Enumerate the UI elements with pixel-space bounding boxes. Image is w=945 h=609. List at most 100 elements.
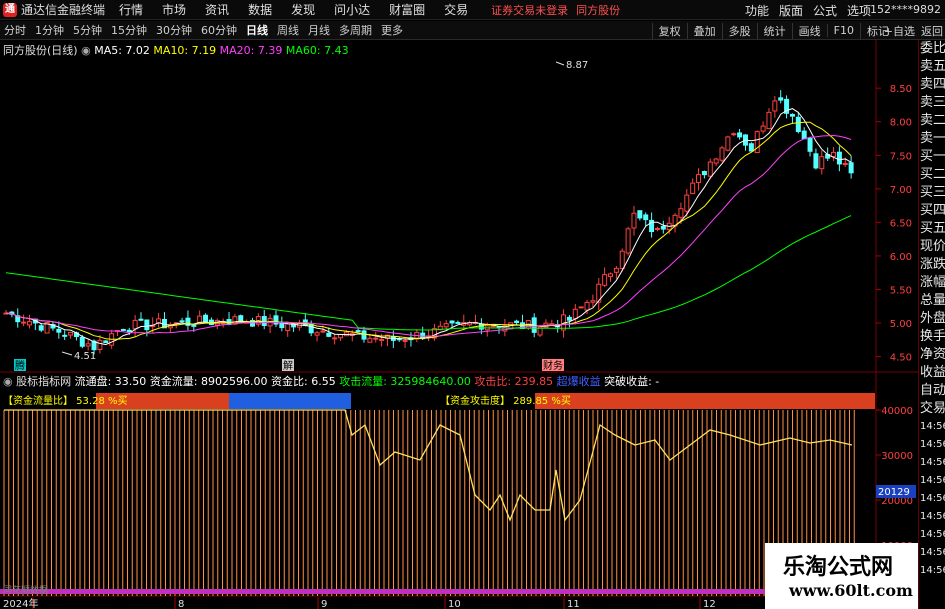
price-label: 5.50: [890, 285, 912, 296]
candle-body: [26, 321, 32, 326]
candle-body: [713, 158, 719, 164]
menu-item-ask[interactable]: 问小达: [334, 1, 370, 18]
candle-body: [613, 267, 619, 273]
candle-body: [373, 337, 379, 340]
candle-body: [725, 136, 731, 151]
period-tab-10[interactable]: 更多: [381, 22, 403, 38]
right-menu: 功能 版面 公式 选项: [735, 0, 871, 20]
candle-body: [179, 320, 185, 323]
candle-body: [731, 133, 737, 136]
menu-item-trade[interactable]: 交易: [444, 1, 468, 18]
tool-right-1[interactable]: 返回: [921, 23, 943, 39]
quote-row-21: 14:56: [920, 421, 945, 432]
quote-row-15: 外盘: [920, 311, 945, 326]
band-blue: [229, 393, 351, 409]
period-tab-0[interactable]: 分时: [4, 22, 26, 38]
menu-item-news[interactable]: 资讯: [205, 1, 229, 18]
quote-row-17: 净资: [920, 347, 945, 362]
price-label: 6.00: [890, 252, 912, 263]
period-tab-4[interactable]: 30分钟: [156, 22, 192, 38]
candle-body: [590, 300, 596, 303]
menu-formula[interactable]: 公式: [813, 2, 837, 19]
period-tab-7[interactable]: 周线: [277, 22, 299, 38]
menu-item-markets[interactable]: 市场: [162, 1, 186, 18]
candle-body: [62, 334, 68, 337]
indicator-toggle-icon[interactable]: ◉: [3, 375, 13, 388]
quote-row-14: 总量: [920, 293, 945, 308]
date-label: 8: [178, 599, 184, 609]
candle-body: [355, 330, 361, 333]
ind-axis-label: 40000: [881, 406, 913, 417]
period-tab-9[interactable]: 多周期: [339, 22, 372, 38]
stock-title: 同方股份(日线): [3, 44, 78, 57]
tool-4[interactable]: 画线: [791, 22, 821, 39]
ind-current-value: 20129: [878, 487, 910, 498]
menu-item-wealth[interactable]: 财富圈: [389, 1, 425, 18]
candle-body: [103, 340, 109, 344]
period-tab-1[interactable]: 1分钟: [35, 22, 64, 38]
menu-layout[interactable]: 版面: [779, 2, 803, 19]
candle-body: [120, 328, 126, 331]
quote-row-29: 14:56: [920, 565, 945, 576]
candles: [3, 90, 854, 355]
price-label: 7.00: [890, 185, 912, 196]
tool-1[interactable]: 叠加: [686, 22, 716, 39]
menu-options[interactable]: 选项: [847, 2, 871, 19]
period-tab-6[interactable]: 日线: [246, 22, 268, 38]
attack-value: 攻击流量: 325984640.00: [339, 375, 471, 388]
candle-body: [332, 337, 338, 340]
period-tab-8[interactable]: 月线: [308, 22, 330, 38]
toolbar: 分时 1分钟 5分钟 15分钟 30分钟 60分钟 日线 周线 月线 多周期 更多 复权 叠加 多股 统计…: [0, 21, 945, 40]
menu-item-market[interactable]: 行情: [119, 1, 143, 18]
quote-row-26: 14:56: [920, 511, 945, 522]
price-label: 5.00: [890, 319, 912, 330]
tool-3[interactable]: 统计: [756, 22, 786, 39]
quote-row-20: 交易: [920, 401, 945, 416]
quote-row-10: 买五: [920, 221, 945, 236]
candle-body: [56, 328, 62, 333]
ratio-value: 资金比: 6.55: [271, 375, 336, 388]
candle-body: [701, 171, 707, 176]
attack-ratio-value: 攻击比: 239.85: [474, 375, 554, 388]
ma-toggle-icon[interactable]: ◉: [81, 44, 91, 57]
tool-5[interactable]: F10: [826, 24, 854, 37]
candle-body: [801, 130, 807, 140]
period-tab-2[interactable]: 5分钟: [73, 22, 102, 38]
watermark-url: www.60lt.com: [789, 581, 913, 600]
candle-body: [789, 113, 795, 117]
candle-body: [68, 331, 74, 336]
candle-body: [619, 250, 625, 269]
candle-body: [719, 147, 725, 161]
tool-2[interactable]: 多股: [721, 22, 751, 39]
title-bar: 通 通达信金融终端 行情 市场 资讯 数据 发现 问小达 财富圈 交易 证券交易…: [0, 0, 945, 20]
candle-body: [813, 153, 819, 169]
user-id[interactable]: 152****9892: [870, 3, 941, 16]
candle-body: [696, 174, 702, 184]
candle-body: [778, 97, 784, 101]
price-label: 7.50: [890, 151, 912, 162]
menu-function[interactable]: 功能: [745, 2, 769, 19]
indicator-line: [4, 409, 853, 522]
menu-item-discover[interactable]: 发现: [291, 1, 315, 18]
kline-chart[interactable]: 8.50 8.00 7.50 7.00 6.50 6.00 5.50 5.00 4.50 8.87…: [0, 40, 918, 609]
candle-body: [279, 322, 285, 329]
date-label: 12: [703, 599, 716, 609]
indicator-name[interactable]: 股标指标网: [16, 375, 71, 388]
candle-body: [144, 319, 150, 331]
period-tab-3[interactable]: 15分钟: [111, 22, 147, 38]
candle-body: [572, 308, 578, 320]
candle-body: [578, 306, 584, 309]
quote-row-9: 买四: [920, 203, 945, 218]
menu-item-data[interactable]: 数据: [248, 1, 272, 18]
quote-row-1: 卖五: [920, 59, 945, 74]
candle-body: [490, 325, 496, 328]
candle-body: [514, 320, 520, 324]
candle-body: [238, 315, 244, 322]
ma5-value: MA5: 7.02: [94, 44, 150, 57]
period-tab-5[interactable]: 60分钟: [201, 22, 237, 38]
candle-body: [654, 227, 660, 230]
login-notice[interactable]: 证券交易未登录 同方股份: [491, 2, 620, 18]
tool-0[interactable]: 复权: [651, 22, 681, 39]
tool-right-0[interactable]: +自选: [884, 23, 915, 39]
indicator-info: ◉ 股标指标网 流通盘: 33.50 资金流量: 8902596.00 资金比:…: [3, 373, 659, 389]
